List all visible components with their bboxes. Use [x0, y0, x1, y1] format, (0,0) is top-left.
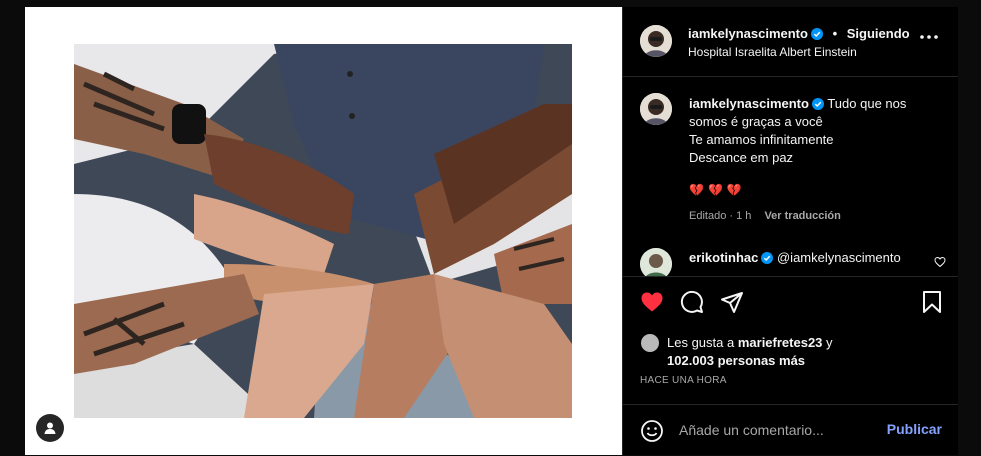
comment-item: erikotinhac @iamkelynascimento [623, 246, 958, 276]
liker-username[interactable]: mariefretes23 [738, 335, 823, 350]
post-photo[interactable] [74, 44, 572, 418]
header-line: iamkelynascimento • Siguiendo [688, 26, 910, 41]
caption-line: somos é graças a você [689, 114, 823, 129]
verified-badge-icon [761, 252, 774, 264]
verified-badge-icon [811, 98, 824, 110]
post-actions: Les gusta a mariefretes23 y 102.003 pers… [623, 276, 958, 407]
post-sidebar: iamkelynascimento • Siguiendo Hospital I… [622, 7, 958, 455]
commenter-avatar[interactable] [640, 248, 672, 276]
more-icon[interactable] [920, 35, 938, 39]
caption-line: Te amamos infinitamente [689, 132, 834, 147]
comment-like-icon[interactable] [934, 256, 946, 268]
comment-box: Publicar [623, 404, 958, 456]
separator-dot: • [832, 26, 838, 41]
caption-username[interactable]: iamkelynascimento [689, 96, 809, 111]
caption-text: iamkelynascimento Tudo que nos somos é g… [689, 95, 944, 167]
author-avatar[interactable] [640, 25, 672, 57]
author-username[interactable]: iamkelynascimento [688, 26, 808, 41]
user-tag-icon [44, 422, 56, 434]
likes-summary[interactable]: Les gusta a mariefretes23 y 102.003 pers… [641, 334, 833, 370]
comment-icon[interactable] [680, 290, 704, 314]
likes-count[interactable]: 102.003 personas más [641, 352, 833, 370]
post-media [25, 7, 622, 455]
likes-prefix: Les gusta a [667, 335, 735, 350]
following-button[interactable]: Siguiendo [847, 26, 910, 41]
bookmark-icon[interactable] [920, 290, 944, 314]
likes-conj: y [826, 335, 833, 350]
caption-line: Descance em paz [689, 150, 794, 165]
comment-body: @iamkelynascimento [776, 250, 901, 265]
publish-button[interactable]: Publicar [887, 421, 942, 437]
liker-avatar [641, 334, 659, 352]
edited-time: Editado · 1 h [689, 210, 752, 222]
post-location[interactable]: Hospital Israelita Albert Einstein [688, 45, 857, 59]
caption-line: Tudo que nos [827, 96, 907, 111]
comment-text: erikotinhac @iamkelynascimento [689, 250, 901, 265]
verified-badge-icon [810, 28, 823, 40]
post-header: iamkelynascimento • Siguiendo Hospital I… [623, 7, 958, 77]
emoji-icon[interactable] [640, 419, 664, 443]
caption-meta: Editado · 1 h Ver traducción [689, 210, 841, 222]
user-tag-button[interactable] [36, 414, 64, 442]
heart-filled-icon[interactable] [640, 290, 664, 314]
broken-hearts-emoji: 💔💔💔 [689, 183, 746, 197]
see-translation-link[interactable]: Ver traducción [764, 210, 840, 222]
likes-line: Les gusta a mariefretes23 y [641, 334, 833, 352]
caption-avatar[interactable] [640, 93, 672, 125]
commenter-username[interactable]: erikotinhac [689, 250, 758, 265]
post-timestamp[interactable]: HACE UNA HORA [640, 375, 727, 386]
share-icon[interactable] [720, 290, 744, 314]
comment-input[interactable] [679, 420, 879, 440]
